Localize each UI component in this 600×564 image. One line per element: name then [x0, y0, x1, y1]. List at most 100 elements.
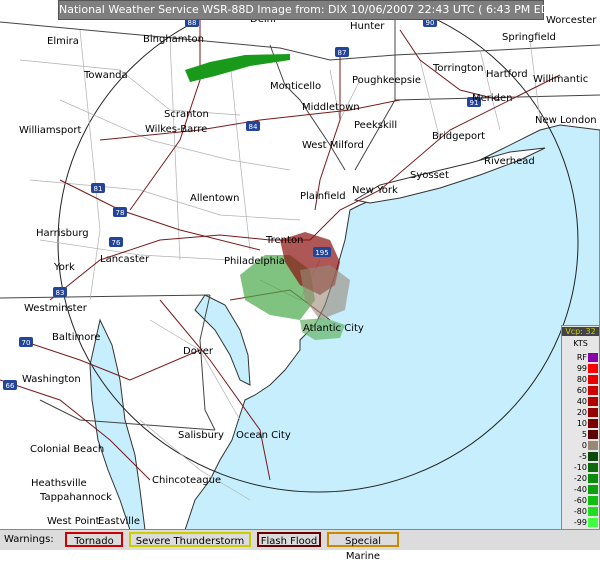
warning-tornado-button[interactable]: Tornado — [65, 532, 123, 547]
legend-label: 80 — [576, 375, 587, 384]
legend-label: -99 — [573, 518, 587, 527]
i66-shield: 66 — [6, 382, 15, 390]
city-elmira: Elmira — [47, 36, 79, 47]
legend-label: 60 — [576, 386, 587, 395]
legend-swatch — [588, 496, 598, 505]
city-newyork: New York — [352, 185, 398, 196]
city-tappahannock: Tappahannock — [39, 492, 112, 503]
legend-label: 5 — [581, 430, 587, 439]
city-chincoteague: Chincoteague — [152, 475, 221, 486]
legend-row: -5 — [562, 452, 599, 461]
legend-row: -20 — [562, 474, 599, 483]
city-towanda: Towanda — [83, 70, 128, 81]
legend-swatch — [588, 518, 598, 527]
legend-label: -20 — [573, 474, 587, 483]
legend-swatch — [588, 397, 598, 406]
city-poughkeepsie: Poughkeepsie — [352, 75, 421, 86]
city-williamsport: Williamsport — [19, 125, 81, 136]
city-westmilford: West Milford — [302, 140, 364, 151]
legend-swatch — [588, 441, 598, 450]
city-atlanticcity: Atlantic City — [303, 323, 364, 334]
legend-swatch — [588, 452, 598, 461]
i78-shield: 78 — [116, 209, 125, 217]
i88-shield: 88 — [188, 19, 197, 27]
city-binghamton: Binghamton — [143, 34, 204, 45]
city-torrington: Torrington — [432, 63, 483, 74]
legend-swatch — [588, 507, 598, 516]
city-baltimore: Baltimore — [52, 332, 100, 343]
legend-swatch — [588, 375, 598, 384]
legend-row: 99 — [562, 364, 599, 373]
legend-swatch — [588, 353, 598, 362]
city-hartford: Hartford — [486, 69, 528, 80]
legend-swatch — [588, 463, 598, 472]
legend-title: Vcp: 32 — [562, 327, 599, 336]
legend-row: 5 — [562, 430, 599, 439]
legend-swatch — [588, 430, 598, 439]
city-scranton: Scranton — [164, 109, 209, 120]
legend-row: -40 — [562, 485, 599, 494]
i84-shield: 84 — [249, 123, 258, 131]
city-heathsville: Heathsville — [31, 478, 87, 489]
city-plainfield: Plainfield — [300, 191, 346, 202]
radar-title: National Weather Service WSR-88D Image f… — [59, 3, 561, 16]
radar-frame: 88 87 84 90 91 81 78 76 195 83 70 66 Elm… — [0, 0, 600, 562]
i195-shield: 195 — [315, 249, 328, 257]
legend-units: KTS — [573, 339, 588, 348]
legend-row: 10 — [562, 419, 599, 428]
legend-swatch — [588, 419, 598, 428]
city-westminster: Westminster — [24, 303, 88, 314]
city-lancaster: Lancaster — [100, 254, 150, 265]
warning-severe-thunderstorm-button[interactable]: Severe Thunderstorm — [129, 532, 251, 547]
warning-special-marine-button[interactable]: Special Marine — [327, 532, 399, 562]
legend-row: 0 — [562, 441, 599, 450]
i70-shield: 70 — [22, 339, 31, 347]
delaware-bay — [194, 294, 251, 386]
i81-shield: 81 — [94, 185, 103, 193]
city-philadelphia: Philadelphia — [224, 256, 285, 267]
warnings-label: Warnings: — [4, 534, 54, 545]
city-harrisburg: Harrisburg — [36, 228, 89, 239]
city-monticello: Monticello — [270, 81, 321, 92]
legend-swatch — [588, 485, 598, 494]
city-hunter: Hunter — [350, 21, 385, 32]
legend-swatch — [588, 386, 598, 395]
city-trenton: Trenton — [265, 235, 303, 246]
legend-row: -99 — [562, 518, 599, 527]
city-salisbury: Salisbury — [178, 430, 224, 441]
radar-title-bar: National Weather Service WSR-88D Image f… — [58, 0, 560, 20]
i87-shield: 87 — [338, 49, 347, 57]
legend-label: 0 — [581, 441, 587, 450]
legend-row: 40 — [562, 397, 599, 406]
city-wilkesbarre: Wilkes-Barre — [145, 124, 207, 135]
city-eastville: Eastville — [98, 516, 140, 527]
legend-row: -60 — [562, 496, 599, 505]
legend-label: -10 — [573, 463, 587, 472]
city-middletown: Middletown — [302, 102, 360, 113]
city-willimantic: Willimantic — [533, 74, 588, 85]
legend-label: 40 — [576, 397, 587, 406]
legend-row: RF — [562, 353, 599, 362]
legend-label: -5 — [579, 452, 587, 461]
city-york: York — [53, 262, 75, 273]
i76-shield: 76 — [112, 239, 121, 247]
legend-swatch — [588, 474, 598, 483]
city-allentown: Allentown — [190, 193, 239, 204]
velocity-legend: Vcp: 32 KTS RF 99 80 60 40 20 10 5 0 -5 -10 -20 -40 -… — [561, 325, 600, 545]
city-newlondon: New London — [535, 115, 597, 126]
warning-flash-flood-button[interactable]: Flash Flood — [257, 532, 321, 547]
legend-row: 60 — [562, 386, 599, 395]
legend-label: -40 — [573, 485, 587, 494]
legend-row: 20 — [562, 408, 599, 417]
city-colonialbeach: Colonial Beach — [30, 444, 104, 455]
legend-row: 80 — [562, 375, 599, 384]
city-meriden: Meriden — [472, 93, 513, 104]
city-bridgeport: Bridgeport — [432, 131, 485, 142]
city-washington: Washington — [22, 374, 81, 385]
radar-map: 88 87 84 90 91 81 78 76 195 83 70 66 Elm… — [0, 0, 600, 530]
city-peekskill: Peekskill — [354, 120, 397, 131]
city-syosset: Syosset — [410, 170, 449, 181]
warnings-bar: Warnings: Tornado Severe Thunderstorm Flas… — [0, 529, 600, 562]
legend-label: 20 — [576, 408, 587, 417]
i83-shield: 83 — [56, 289, 65, 297]
